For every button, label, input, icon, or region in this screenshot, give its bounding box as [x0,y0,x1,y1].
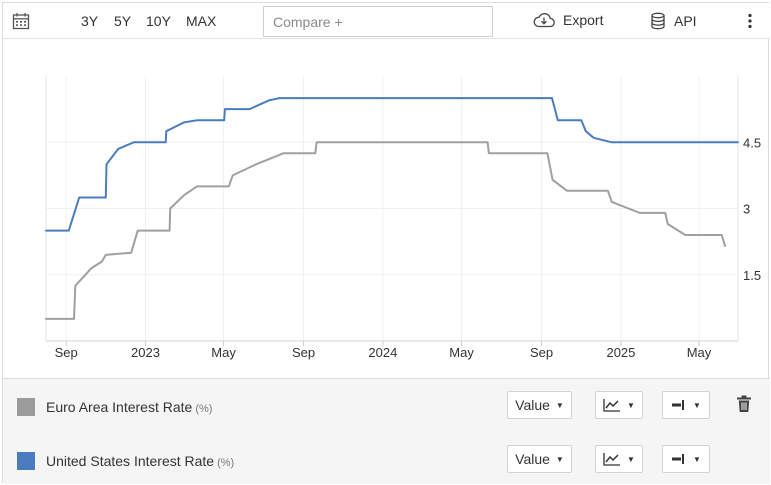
value-mode-select[interactable]: Value ▼ [507,445,572,473]
chart-type-select[interactable]: ▼ [595,445,643,473]
value-mode-select[interactable]: Value ▼ [507,391,572,419]
cloud-download-icon [533,13,555,28]
series-name: Euro Area Interest Rate (%) [46,399,212,415]
series-color-swatch[interactable] [17,452,35,470]
caret-down-icon: ▼ [627,454,635,464]
calendar-icon[interactable] [12,12,30,30]
series-row-us: United States Interest Rate (%) Value ▼ ▼ … [3,441,770,481]
caret-down-icon: ▼ [627,400,635,410]
caret-down-icon: ▼ [693,400,701,410]
line-chart-icon [603,453,621,466]
y-tick-label: 4.5 [743,135,761,150]
series-panel: Euro Area Interest Rate(%) Value▼ ▼ ▼ [3,378,770,484]
x-tick-label: Sep [55,345,78,360]
line-chart: Sep 2023 May Sep 2024 May Sep 2025 May 1.5 3 4.5 [45,76,761,360]
series-color-swatch[interactable] [17,398,35,416]
range-5y-button[interactable]: 5Y [114,13,131,29]
line-style-icon [672,454,685,464]
caret-down-icon: ▼ [693,454,701,464]
chart-area: Sep 2023 May Sep 2024 May Sep 2025 May 1.5 3 4.5 [3,40,770,378]
series-name-text: United States Interest Rate [46,453,215,469]
line-chart-icon [603,399,621,412]
y-tick-label: 1.5 [743,268,761,283]
range-max-button[interactable]: MAX [186,13,216,29]
x-tick-label: May [211,345,236,360]
x-tick-label: Sep [530,345,553,360]
euro-rate-line [45,141,726,320]
value-mode-label: Value [515,397,550,413]
x-tick-label: 2025 [606,345,635,360]
kebab-menu-icon[interactable] [747,13,753,29]
line-style-select[interactable]: ▼ [662,391,710,419]
api-label: API [674,13,697,29]
chart-type-select[interactable]: ▼ [595,391,643,419]
series-name-text: Euro Area Interest Rate [46,399,193,415]
compare-box [263,6,493,37]
line-style-select[interactable]: ▼ [662,445,710,473]
compare-input[interactable] [264,7,492,36]
y-tick-label: 3 [743,202,750,217]
caret-down-icon: ▼ [555,400,564,410]
line-style-icon [672,400,685,410]
range-10y-button[interactable]: 10Y [146,13,171,29]
toolbar: 3Y 5Y 10Y MAX Export API [3,3,770,39]
x-tick-label: Sep [292,345,315,360]
chart-widget: 3Y 5Y 10Y MAX Export API [2,2,770,484]
series-unit: (%) [217,457,235,469]
api-button[interactable]: API [650,12,697,30]
range-3y-button[interactable]: 3Y [81,13,98,29]
database-icon [651,12,665,30]
x-tick-label: 2024 [368,345,397,360]
value-mode-label: Value [515,451,550,467]
export-button[interactable]: Export [533,12,603,28]
x-tick-label: 2023 [131,345,160,360]
series-row-euro: Euro Area Interest Rate (%) Value ▼ ▼ ▼ [3,387,770,427]
series-name: United States Interest Rate (%) [46,453,234,469]
series-unit: (%) [195,403,213,415]
x-tick-label: May [687,345,712,360]
export-label: Export [563,12,604,28]
x-tick-label: May [449,345,474,360]
caret-down-icon: ▼ [555,454,564,464]
trash-icon[interactable] [736,395,752,413]
